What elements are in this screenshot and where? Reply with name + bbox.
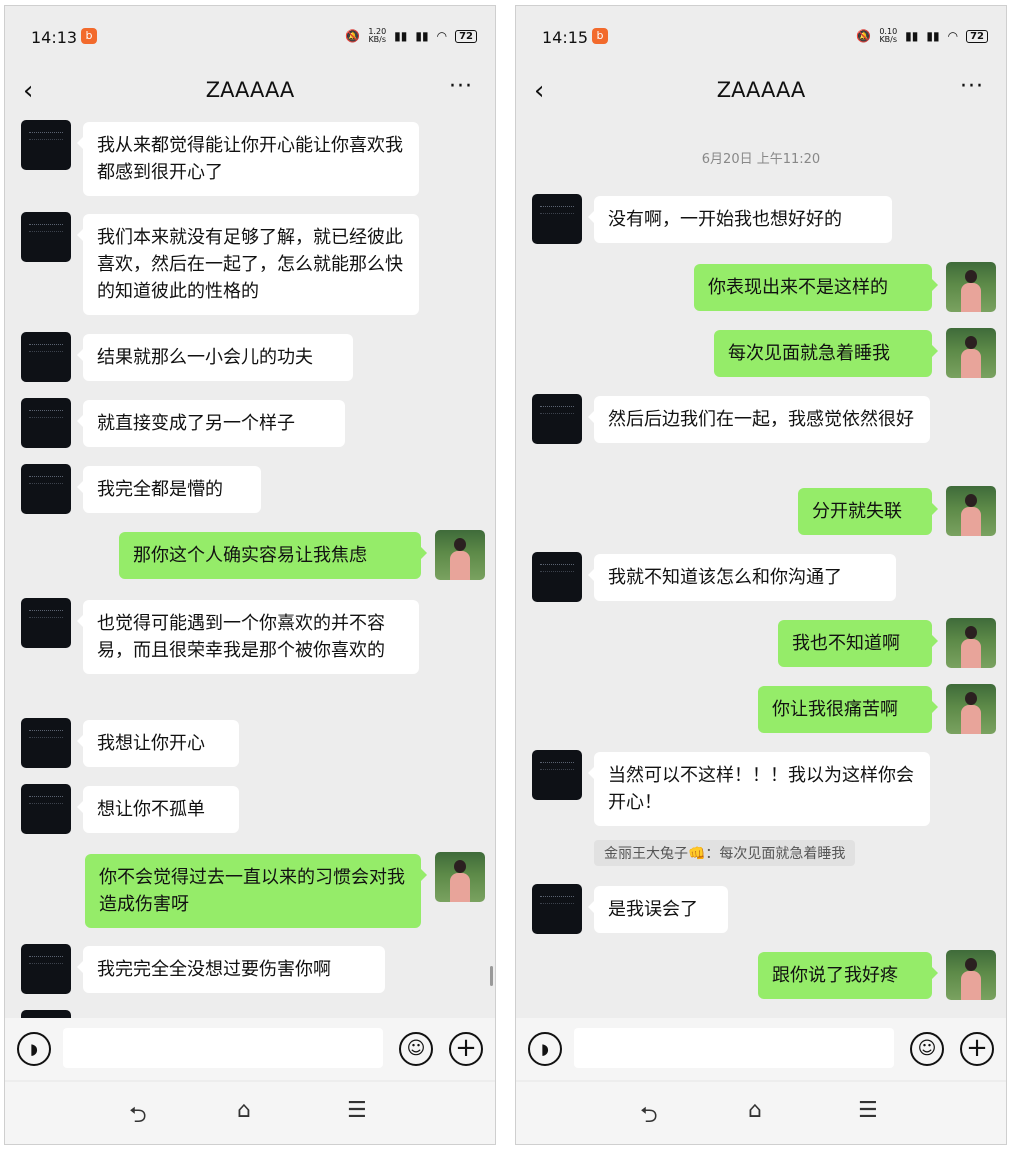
signal-icon-2: ▮▮ <box>415 29 429 43</box>
my-avatar[interactable] <box>435 852 485 902</box>
input-bar: ◗ ☺ + <box>5 1018 495 1080</box>
nav-menu-icon[interactable]: ☰ <box>858 1098 878 1123</box>
my-avatar[interactable] <box>946 262 996 312</box>
chat-title: ZAAAAA <box>716 78 806 102</box>
mute-icon: 🔕 <box>345 29 361 43</box>
chat-title: ZAAAAA <box>205 78 295 102</box>
voice-icon[interactable]: ◗ <box>528 1032 562 1066</box>
contact-avatar[interactable] <box>21 464 71 514</box>
contact-avatar[interactable] <box>532 394 582 444</box>
contact-avatar[interactable] <box>21 120 71 170</box>
message-bubble[interactable]: 我完完全全没想过要伤害你啊 <box>77 946 385 993</box>
message-bubble[interactable]: 结果就那么一小会儿的功夫 <box>77 334 353 381</box>
chat-header: ‹ ZAAAAA ··· <box>5 68 495 114</box>
emoji-icon[interactable]: ☺ <box>399 1032 433 1066</box>
message-bubble[interactable]: 当然可以不这样！！！我以为这样你会开心！ <box>588 752 930 826</box>
status-icons: 🔕 1.20 KB/s ▮▮ ▮▮ ◠ 72 <box>345 28 477 44</box>
contact-avatar[interactable] <box>21 332 71 382</box>
status-icons: 🔕 0.10 KB/s ▮▮ ▮▮ ◠ 72 <box>856 28 988 44</box>
contact-avatar[interactable] <box>532 750 582 800</box>
message-bubble-sent[interactable]: 那你这个人确实容易让我焦虑 <box>119 532 427 579</box>
message-bubble[interactable]: 然后后边我们在一起，我感觉依然很好 <box>588 396 930 443</box>
chat-header: ‹ ZAAAAA ··· <box>516 68 1006 114</box>
contact-avatar[interactable] <box>21 718 71 768</box>
battery-icon: 72 <box>966 29 988 43</box>
message-bubble[interactable]: 是我误会了 <box>588 886 728 933</box>
nav-menu-icon[interactable]: ☰ <box>347 1098 367 1123</box>
contact-avatar[interactable] <box>21 784 71 834</box>
message-bubble-sent[interactable]: 你表现出来不是这样的 <box>694 264 938 311</box>
contact-avatar[interactable] <box>532 884 582 934</box>
input-bar: ◗ ☺ + <box>516 1018 1006 1080</box>
system-nav-bar: ⮌ ⌂ ☰ <box>516 1082 1006 1144</box>
emoji-icon[interactable]: ☺ <box>910 1032 944 1066</box>
message-bubble-sent[interactable]: 你不会觉得过去一直以来的习惯会对我造成伤害呀 <box>85 854 427 928</box>
more-icon[interactable]: ··· <box>449 74 473 99</box>
message-bubble[interactable]: 我们本来就没有足够了解，就已经彼此喜欢，然后在一起了，怎么就能那么快的知道彼此的… <box>77 214 419 315</box>
mute-icon: 🔕 <box>856 29 872 43</box>
left-chat-screen: 14:13 b 🔕 1.20 KB/s ▮▮ ▮▮ ◠ 72 ‹ ZAAAAA … <box>4 5 496 1145</box>
message-input[interactable] <box>574 1028 894 1068</box>
contact-avatar[interactable] <box>21 398 71 448</box>
message-bubble[interactable]: 想让你不孤单 <box>77 786 239 833</box>
scrollbar[interactable] <box>490 966 493 986</box>
signal-icon-2: ▮▮ <box>926 29 940 43</box>
contact-avatar[interactable] <box>21 212 71 262</box>
message-bubble-sent[interactable]: 每次见面就急着睡我 <box>714 330 938 377</box>
my-avatar[interactable] <box>435 530 485 580</box>
network-speed: 1.20 KB/s <box>368 27 387 44</box>
nav-back-icon[interactable]: ⮌ <box>640 1098 658 1136</box>
contact-avatar[interactable] <box>21 598 71 648</box>
signal-icon: ▮▮ <box>394 29 408 43</box>
my-avatar[interactable] <box>946 618 996 668</box>
status-time: 14:13 <box>31 28 78 47</box>
notification-icon: b <box>81 28 97 44</box>
contact-avatar[interactable] <box>21 944 71 994</box>
my-avatar[interactable] <box>946 486 996 536</box>
nav-home-icon[interactable]: ⌂ <box>748 1098 762 1123</box>
network-speed: 0.10 KB/s <box>879 27 898 44</box>
my-avatar[interactable] <box>946 684 996 734</box>
status-bar: 14:15 b 🔕 0.10 KB/s ▮▮ ▮▮ ◠ 72 <box>516 6 1006 66</box>
message-bubble[interactable]: 我想让你开心 <box>77 720 239 767</box>
contact-avatar[interactable] <box>532 194 582 244</box>
notification-icon: b <box>592 28 608 44</box>
quoted-message[interactable]: 金丽王大兔子👊：每次见面就急着睡我 <box>594 840 856 866</box>
message-list[interactable]: 6月20日 上午11:20 没有啊，一开始我也想好好的 你表现出来不是这样的 每… <box>516 118 1006 1018</box>
message-bubble[interactable]: 我就不知道该怎么和你沟通了 <box>588 554 896 601</box>
right-chat-screen: 14:15 b 🔕 0.10 KB/s ▮▮ ▮▮ ◠ 72 ‹ ZAAAAA … <box>515 5 1007 1145</box>
contact-avatar[interactable] <box>21 1010 71 1018</box>
my-avatar[interactable] <box>946 950 996 1000</box>
message-bubble[interactable]: 也觉得可能遇到一个你熹欢的并不容易，而且很荣幸我是那个被你喜欢的 <box>77 600 419 674</box>
status-bar: 14:13 b 🔕 1.20 KB/s ▮▮ ▮▮ ◠ 72 <box>5 6 495 66</box>
message-bubble[interactable]: 我完全都是懵的 <box>77 466 261 513</box>
status-time: 14:15 <box>542 28 589 47</box>
battery-icon: 72 <box>455 29 477 43</box>
nav-back-icon[interactable]: ⮌ <box>129 1098 147 1136</box>
message-bubble-sent[interactable]: 跟你说了我好疼 <box>758 952 938 999</box>
wifi-icon: ◠ <box>947 29 959 43</box>
nav-home-icon[interactable]: ⌂ <box>237 1098 251 1123</box>
message-input[interactable] <box>63 1028 383 1068</box>
message-bubble[interactable]: 我从来都觉得能让你开心能让你喜欢我都感到很开心了 <box>77 122 419 196</box>
more-icon[interactable]: ··· <box>960 74 984 99</box>
message-bubble[interactable]: 没有啊，一开始我也想好好的 <box>588 196 892 243</box>
message-timestamp: 6月20日 上午11:20 <box>701 152 821 167</box>
message-bubble[interactable]: 就直接变成了另一个样子 <box>77 400 345 447</box>
voice-icon[interactable]: ◗ <box>17 1032 51 1066</box>
plus-icon[interactable]: + <box>960 1032 994 1066</box>
message-bubble-sent[interactable]: 分开就失联 <box>798 488 938 535</box>
message-bubble-sent[interactable]: 我也不知道啊 <box>778 620 938 667</box>
plus-icon[interactable]: + <box>449 1032 483 1066</box>
system-nav-bar: ⮌ ⌂ ☰ <box>5 1082 495 1144</box>
message-list[interactable]: 我从来都觉得能让你开心能让你喜欢我都感到很开心了 我们本来就没有足够了解，就已经… <box>5 118 495 1018</box>
message-bubble-sent[interactable]: 你让我很痛苦啊 <box>758 686 938 733</box>
signal-icon: ▮▮ <box>905 29 919 43</box>
wifi-icon: ◠ <box>436 29 448 43</box>
my-avatar[interactable] <box>946 328 996 378</box>
contact-avatar[interactable] <box>532 552 582 602</box>
